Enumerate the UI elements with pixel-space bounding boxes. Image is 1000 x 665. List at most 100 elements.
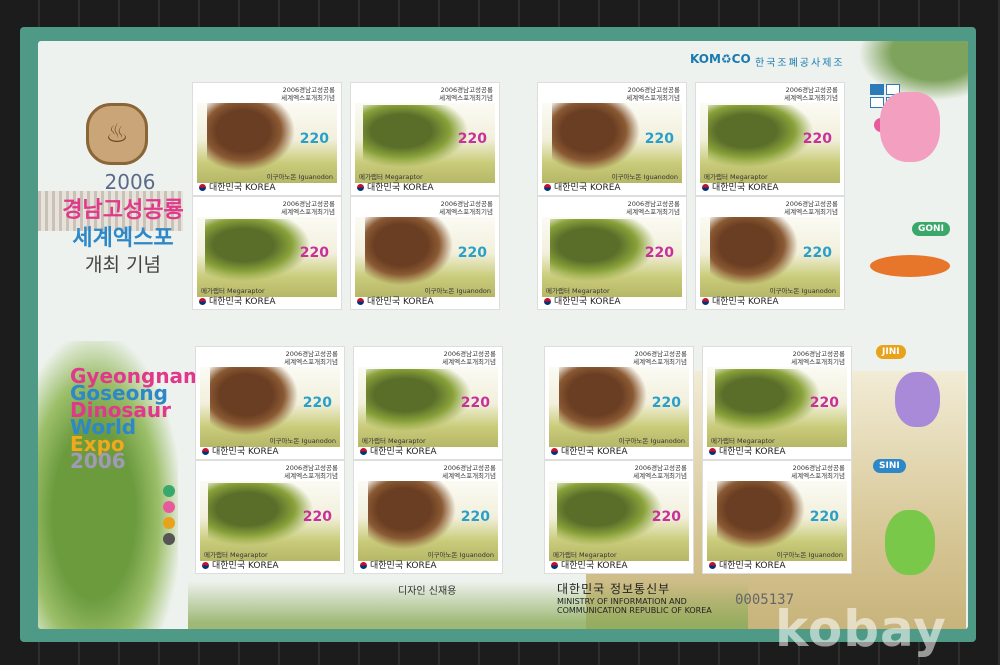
dinosaur-illustration (717, 481, 807, 551)
stamp-country: 대한민국 KOREA (709, 558, 786, 571)
stamp-country: 대한민국 KOREA (360, 558, 437, 571)
dinosaur-illustration (208, 483, 318, 548)
dot-pink-icon (163, 501, 175, 513)
stamp-megaraptor: 2006경남고성공룡 세계엑스포개최기념 220 메가랩터 Megaraptor 대한민… (538, 197, 686, 309)
dinosaur-illustration (210, 367, 300, 437)
stamp-caption-line1: 2006경남고성공룡 (634, 464, 687, 472)
stamp-caption-line1: 2006경남고성공룡 (282, 86, 335, 94)
mascot-oni-icon (880, 92, 940, 162)
stamp-megaraptor: 2006경남고성공룡 세계엑스포개최기념 220 메가랩터 Megaraptor 대한민… (196, 461, 344, 573)
stamp-caption: 2006경남고성공룡 세계엑스포개최기념 (268, 350, 338, 366)
stamp-caption-line1: 2006경남고성공룡 (285, 464, 338, 472)
dinosaur-illustration (368, 481, 458, 551)
title-korean-line3: 개최 기념 (85, 254, 161, 276)
stamp-caption-line1: 2006경남고성공룡 (792, 464, 845, 472)
dinosaur-name: 이구아노돈 Iguanodon (776, 551, 843, 559)
stamp-iguanodon: 2006경남고성공룡 세계엑스포개최기념 220 이구아노돈 Iguanodon 대한민… (354, 461, 502, 573)
stamp-caption-line1: 2006경남고성공룡 (634, 350, 687, 358)
stamp-value: 220 (302, 509, 332, 525)
dinosaur-illustration (715, 369, 825, 434)
stamp-value: 220 (809, 395, 839, 411)
dinosaur-illustration (207, 103, 297, 173)
stamp-value: 220 (644, 131, 674, 147)
stamp-caption-line2: 세계엑스포개최기념 (284, 358, 338, 366)
title-english-line: 2006 (70, 449, 126, 473)
stamp-caption-line1: 2006경남고성공룡 (282, 200, 335, 208)
stamp-caption-line2: 세계엑스포개최기념 (442, 472, 496, 480)
stamp-caption-line2: 세계엑스포개최기념 (284, 472, 338, 480)
dinosaur-illustration (559, 367, 649, 437)
dinosaur-illustration (205, 219, 315, 284)
stamp-megaraptor: 2006경남고성공룡 세계엑스포개최기념 220 메가랩터 Megaraptor 대한민… (696, 83, 844, 195)
mascot-sini-icon (885, 510, 935, 575)
stamp-value: 220 (651, 509, 681, 525)
stamp-caption: 2006경남고성공룡 세계엑스포개최기념 (610, 86, 680, 102)
stamp-caption: 2006경남고성공룡 세계엑스포개최기념 (768, 200, 838, 216)
stamp-caption-line1: 2006경남고성공룡 (627, 200, 680, 208)
stamp-country: 대한민국 KOREA (360, 444, 437, 457)
dinosaur-illustration (552, 103, 642, 173)
stamp-caption-line1: 2006경남고성공룡 (443, 350, 496, 358)
stamp-country: 대한민국 KOREA (551, 444, 628, 457)
stamp-megaraptor: 2006경남고성공룡 세계엑스포개최기념 220 메가랩터 Megaraptor 대한민… (354, 347, 502, 459)
dinosaur-logo-icon: ♨ (86, 103, 148, 165)
stamp-value: 220 (809, 509, 839, 525)
stamp-value: 220 (299, 131, 329, 147)
dot-green-icon (163, 485, 175, 497)
stamp-caption-line1: 2006경남고성공룡 (627, 86, 680, 94)
stamp-megaraptor: 2006경남고성공룡 세계엑스포개최기념 220 메가랩터 Megaraptor 대한민… (351, 83, 499, 195)
stamp-country: 대한민국 KOREA (544, 294, 621, 307)
stamp-caption: 2006경남고성공룡 세계엑스포개최기념 (423, 200, 493, 216)
stamp-caption: 2006경남고성공룡 세계엑스포개최기념 (775, 464, 845, 480)
stamp-country: 대한민국 KOREA (551, 558, 628, 571)
stamp-value: 220 (460, 509, 490, 525)
printer-logo: KOM♻CO (690, 52, 751, 66)
stamp-caption: 2006경남고성공룡 세계엑스포개최기념 (265, 200, 335, 216)
dot-grey-icon (163, 533, 175, 545)
stamp-caption: 2006경남고성공룡 세계엑스포개최기념 (423, 86, 493, 102)
dinosaur-illustration (557, 483, 667, 548)
dinosaur-illustration (550, 219, 660, 284)
stamp-caption-line1: 2006경남고성공룡 (285, 350, 338, 358)
stamp-country: 대한민국 KOREA (199, 180, 276, 193)
dot-orange-icon (163, 517, 175, 529)
dinosaur-illustration (366, 369, 476, 434)
stamp-country: 대한민국 KOREA (202, 558, 279, 571)
stamp-caption-line2: 세계엑스포개최기념 (791, 472, 845, 480)
ministry-english-line1: MINISTRY OF INFORMATION AND (557, 597, 687, 606)
stamp-country: 대한민국 KOREA (357, 294, 434, 307)
stamp-caption-line2: 세계엑스포개최기념 (784, 94, 838, 102)
stamp-caption: 2006경남고성공룡 세계엑스포개최기념 (617, 464, 687, 480)
dinosaur-name: 이구아노돈 Iguanodon (618, 437, 685, 445)
stamp-iguanodon: 2006경남고성공룡 세계엑스포개최기념 220 이구아노돈 Iguanodon 대한민… (196, 347, 344, 459)
watermark: kobay (775, 600, 947, 658)
stamp-caption-line2: 세계엑스포개최기념 (442, 358, 496, 366)
dinosaur-illustration (363, 105, 473, 170)
stamp-caption: 2006경남고성공룡 세계엑스포개최기념 (265, 86, 335, 102)
stamp-iguanodon: 2006경남고성공룡 세계엑스포개최기념 220 이구아노돈 Iguanodon 대한민… (193, 83, 341, 195)
stamp-caption-line2: 세계엑스포개최기념 (633, 472, 687, 480)
stamp-country: 대한민국 KOREA (709, 444, 786, 457)
dinosaur-name: 이구아노돈 Iguanodon (769, 287, 836, 295)
dinosaur-name: 이구아노돈 Iguanodon (266, 173, 333, 181)
stamp-iguanodon: 2006경남고성공룡 세계엑스포개최기념 220 이구아노돈 Iguanodon 대한민… (703, 461, 851, 573)
stamp-value: 220 (457, 131, 487, 147)
stamp-caption-line1: 2006경남고성공룡 (785, 200, 838, 208)
stamp-country: 대한민국 KOREA (544, 180, 621, 193)
stamp-iguanodon: 2006경남고성공룡 세계엑스포개최기념 220 이구아노돈 Iguanodon 대한민… (545, 347, 693, 459)
stamp-caption-line1: 2006경남고성공룡 (440, 86, 493, 94)
stamp-value: 220 (460, 395, 490, 411)
stamp-caption-line2: 세계엑스포개최기념 (633, 358, 687, 366)
mascot-label-sini: SINI (873, 459, 906, 473)
dinosaur-illustration (708, 105, 818, 170)
stamp-megaraptor: 2006경남고성공룡 세계엑스포개최기념 220 메가랩터 Megaraptor 대한민… (193, 197, 341, 309)
stamp-caption: 2006경남고성공룡 세계엑스포개최기념 (617, 350, 687, 366)
stamp-value: 220 (802, 245, 832, 261)
stamp-caption-line2: 세계엑스포개최기념 (281, 94, 335, 102)
stamp-caption-line2: 세계엑스포개최기념 (439, 208, 493, 216)
printer-korean: 한국조폐공사제조 (755, 58, 845, 69)
stamp-caption-line1: 2006경남고성공룡 (440, 200, 493, 208)
ministry-english: MINISTRY OF INFORMATION AND COMMUNICATIO… (557, 597, 712, 615)
mascot-label-jini: JINI (876, 345, 906, 359)
stamp-iguanodon: 2006경남고성공룡 세계엑스포개최기념 220 이구아노돈 Iguanodon 대한민… (696, 197, 844, 309)
